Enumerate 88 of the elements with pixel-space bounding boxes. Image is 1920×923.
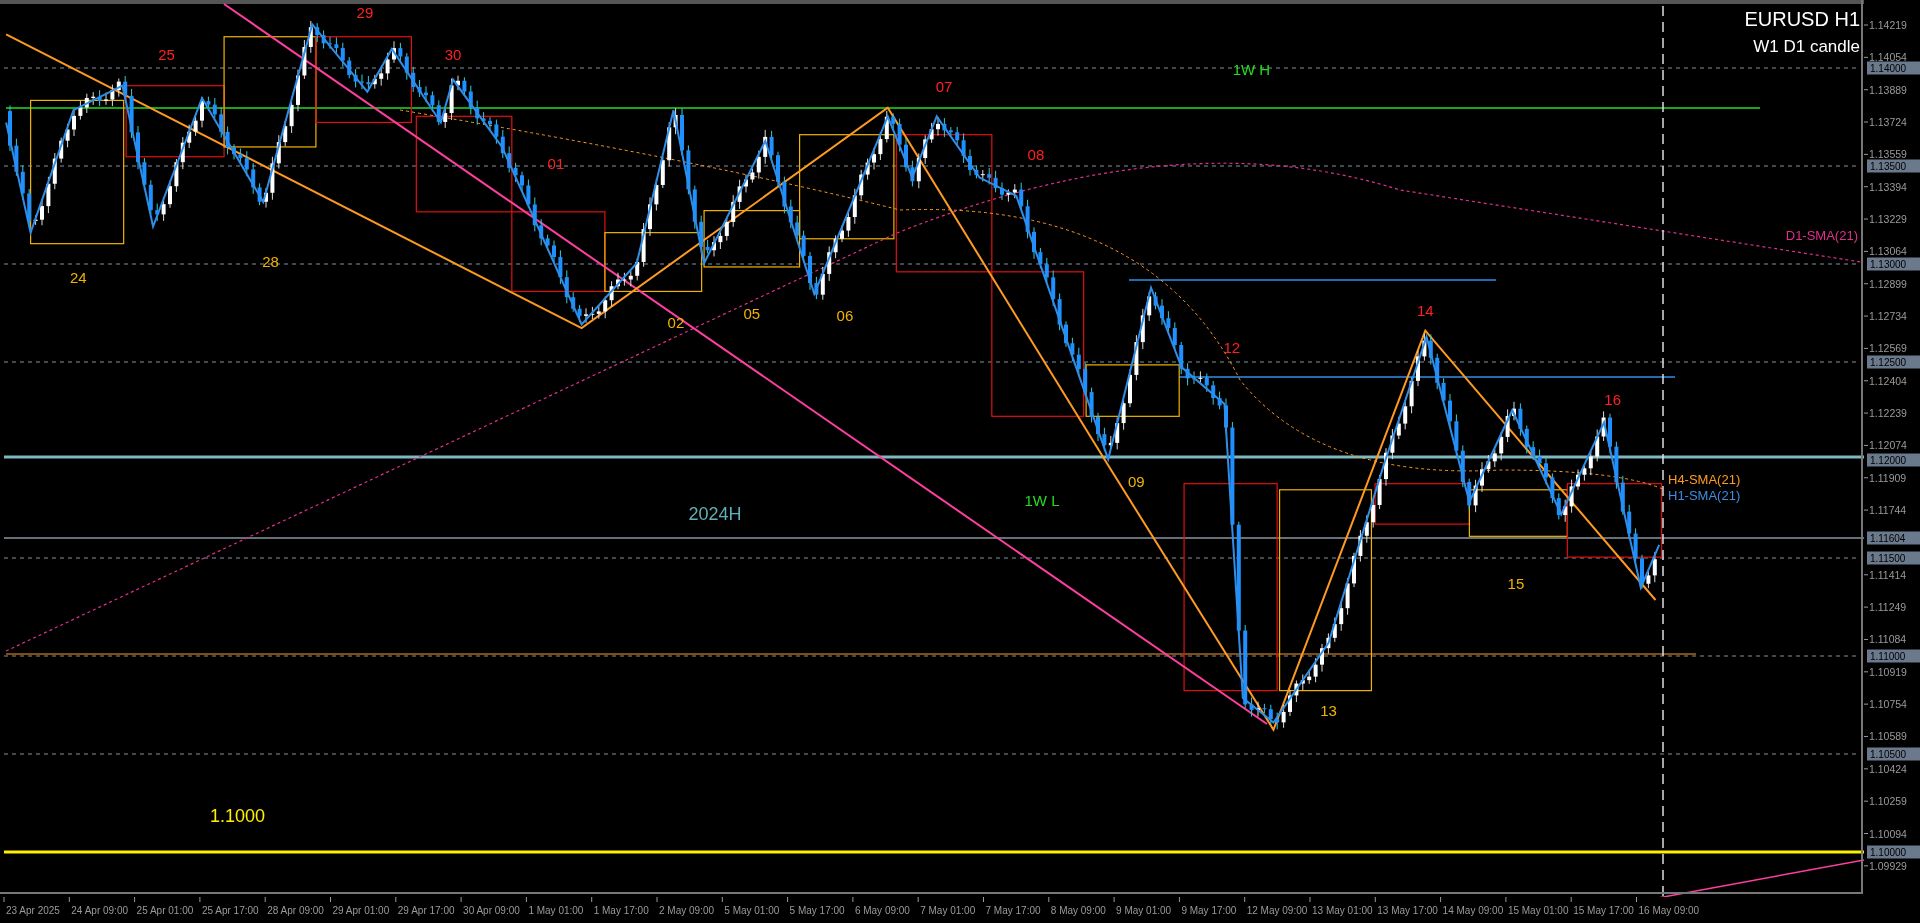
day-label: 29 <box>356 4 374 22</box>
price-tick-label: 1.10259 <box>1869 795 1907 808</box>
price-level-badge: 1.14000 <box>1867 61 1920 75</box>
time-tick-label: 29 Apr 01:00 <box>332 905 390 916</box>
time-tick-label: 14 May 09:00 <box>1442 905 1504 916</box>
price-tick-label: 1.14219 <box>1869 19 1907 31</box>
price-tick-label: 1.11414 <box>1869 568 1907 581</box>
price-level-badge: 1.10000 <box>1867 845 1920 859</box>
time-tick-label: 1 May 17:00 <box>593 905 649 916</box>
price-tick-label: 1.12569 <box>1869 342 1907 355</box>
time-tick-label: 6 May 09:00 <box>854 905 910 916</box>
time-tick-label: 7 May 01:00 <box>920 905 976 916</box>
time-tick-label: 5 May 17:00 <box>789 905 845 916</box>
day-label: 01 <box>547 154 565 172</box>
price-tick-label: 1.13889 <box>1869 83 1907 96</box>
time-tick-label: 16 May 09:00 <box>1638 905 1700 916</box>
time-tick-label: 13 May 17:00 <box>1377 905 1438 916</box>
price-level-badge: 1.10500 <box>1867 747 1920 761</box>
level-label: 1.1000 <box>210 805 266 826</box>
time-tick-label: 25 Apr 17:00 <box>201 905 259 916</box>
day-label: 02 <box>667 314 685 332</box>
day-label: 07 <box>935 77 953 95</box>
price-level-badge: 1.11604 <box>1867 531 1920 545</box>
price-tick-label: 1.14054 <box>1869 51 1907 64</box>
time-tick-label: 15 May 17:00 <box>1573 905 1634 916</box>
chart-subtitle: W1 D1 candle <box>1753 37 1860 56</box>
indicator-label: H4-SMA(21) <box>1668 472 1741 487</box>
price-level-badge: 1.12000 <box>1867 453 1920 467</box>
day-label: 25 <box>158 45 175 63</box>
day-label: 24 <box>70 268 87 286</box>
time-tick-label: 24 Apr 09:00 <box>71 905 128 916</box>
day-label: 14 <box>1416 301 1434 319</box>
day-label: 30 <box>444 45 462 63</box>
time-tick-label: 29 Apr 17:00 <box>397 905 455 916</box>
time-tick-label: 9 May 01:00 <box>1116 905 1172 916</box>
price-tick-label: 1.13229 <box>1869 213 1907 226</box>
time-tick-label: 2 May 09:00 <box>659 905 715 916</box>
price-tick-label: 1.12734 <box>1869 310 1907 323</box>
day-label: 12 <box>1223 338 1241 356</box>
price-tick-label: 1.12074 <box>1869 439 1907 452</box>
price-tick-label: 1.11249 <box>1869 601 1907 614</box>
price-tick-label: 1.13394 <box>1869 180 1907 193</box>
time-tick-label: 23 Apr 2025 <box>6 905 60 916</box>
price-tick-label: 1.10094 <box>1869 827 1907 840</box>
time-tick-label: 30 Apr 09:00 <box>463 905 520 916</box>
price-level-badge: 1.13000 <box>1867 257 1920 271</box>
time-tick-label: 25 Apr 01:00 <box>136 905 194 916</box>
level-label: 2024H <box>688 504 742 525</box>
time-tick-label: 15 May 01:00 <box>1507 905 1569 916</box>
day-label: 28 <box>262 252 279 270</box>
price-level-badge: 1.11000 <box>1867 649 1920 663</box>
price-tick-label: 1.11084 <box>1869 633 1907 646</box>
indicator-label: D1-SMA(21) <box>1785 228 1858 243</box>
indicator-label: H1-SMA(21) <box>1668 488 1741 503</box>
price-level-badge: 1.12500 <box>1867 355 1920 369</box>
price-tick-label: 1.10754 <box>1869 698 1907 711</box>
price-tick-label: 1.11909 <box>1869 471 1907 484</box>
price-tick-label: 1.13064 <box>1869 245 1907 258</box>
day-label: 13 <box>1320 702 1337 720</box>
price-tick-label: 1.12899 <box>1869 277 1907 290</box>
time-tick-label: 28 Apr 09:00 <box>267 905 324 916</box>
price-tick-label: 1.11744 <box>1869 504 1907 517</box>
price-tick-label: 1.12239 <box>1869 407 1907 420</box>
time-tick-label: 7 May 17:00 <box>985 905 1041 916</box>
price-tick-label: 1.09929 <box>1869 859 1907 872</box>
time-tick-label: 1 May 01:00 <box>528 905 584 916</box>
time-tick-label: 13 May 01:00 <box>1312 905 1373 916</box>
level-label: 1W L <box>1024 491 1060 509</box>
price-tick-label: 1.13724 <box>1869 116 1907 128</box>
day-label: 08 <box>1027 146 1045 164</box>
day-label: 09 <box>1128 473 1145 491</box>
time-tick-label: 5 May 01:00 <box>724 905 780 916</box>
time-tick-label: 9 May 17:00 <box>1181 905 1237 916</box>
time-tick-label: 12 May 09:00 <box>1246 905 1308 916</box>
price-tick-label: 1.13559 <box>1869 148 1907 161</box>
day-label: 15 <box>1507 574 1525 592</box>
level-label: 1W H <box>1232 60 1271 78</box>
day-label: 05 <box>743 305 761 323</box>
price-level-badge: 1.11500 <box>1867 551 1920 565</box>
day-label: 06 <box>836 306 854 324</box>
symbol-title: EURUSD H1 <box>1744 8 1860 30</box>
time-tick-label: 8 May 09:00 <box>1050 905 1106 916</box>
price-tick-label: 1.10424 <box>1869 762 1907 775</box>
price-tick-label: 1.12404 <box>1869 374 1907 387</box>
price-tick-label: 1.10589 <box>1869 730 1907 743</box>
price-level-badge: 1.13500 <box>1867 159 1920 173</box>
price-tick-label: 1.10919 <box>1869 665 1907 678</box>
day-label: 16 <box>1604 391 1621 409</box>
